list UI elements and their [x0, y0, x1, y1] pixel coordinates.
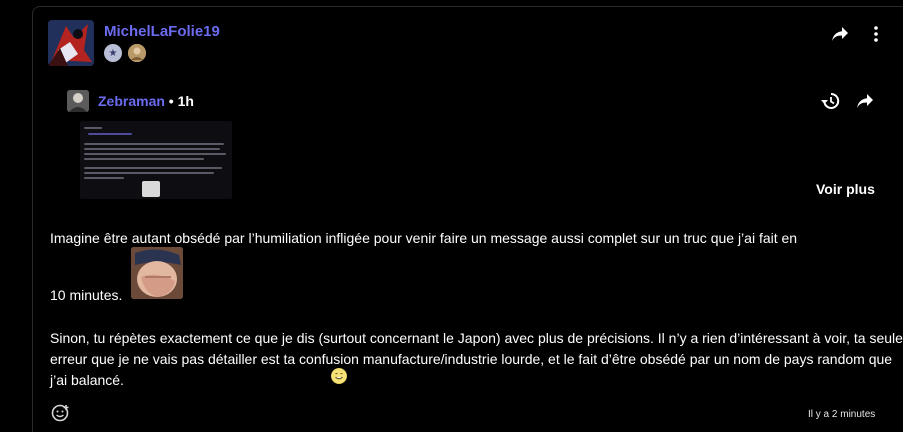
avatar-badge-icon[interactable]	[128, 44, 146, 62]
smile-emoji-icon	[331, 368, 347, 384]
show-more-link[interactable]: Voir plus	[816, 181, 875, 197]
add-reaction-icon[interactable]	[51, 403, 71, 428]
quote-author-avatar[interactable]	[67, 90, 89, 112]
share-icon[interactable]	[829, 24, 851, 44]
quote-author-name[interactable]: Zebraman	[98, 93, 165, 109]
quote-share-icon[interactable]	[854, 91, 876, 111]
author-name[interactable]: MichelLaFolie19	[104, 23, 220, 40]
quote-author-line: Zebraman • 1h	[98, 93, 194, 109]
message-paragraph-2: Sinon, tu répètes exactement ce que je d…	[50, 330, 903, 388]
post-timestamp: Il y a 2 minutes	[808, 409, 876, 420]
message-line-1: Imagine être autant obsédé par l’humilia…	[50, 230, 798, 246]
history-icon[interactable]	[819, 91, 841, 111]
facepalm-sticker	[131, 247, 183, 299]
star-badge-icon[interactable]: ★	[104, 44, 122, 62]
author-avatar[interactable]	[48, 20, 94, 66]
quote-screenshot-thumbnail[interactable]	[80, 121, 232, 199]
separator-dot: •	[164, 93, 178, 109]
message-line-1-end: 10 minutes.	[50, 287, 123, 303]
more-vertical-icon[interactable]	[866, 24, 886, 44]
quote-time: 1h	[177, 93, 194, 109]
